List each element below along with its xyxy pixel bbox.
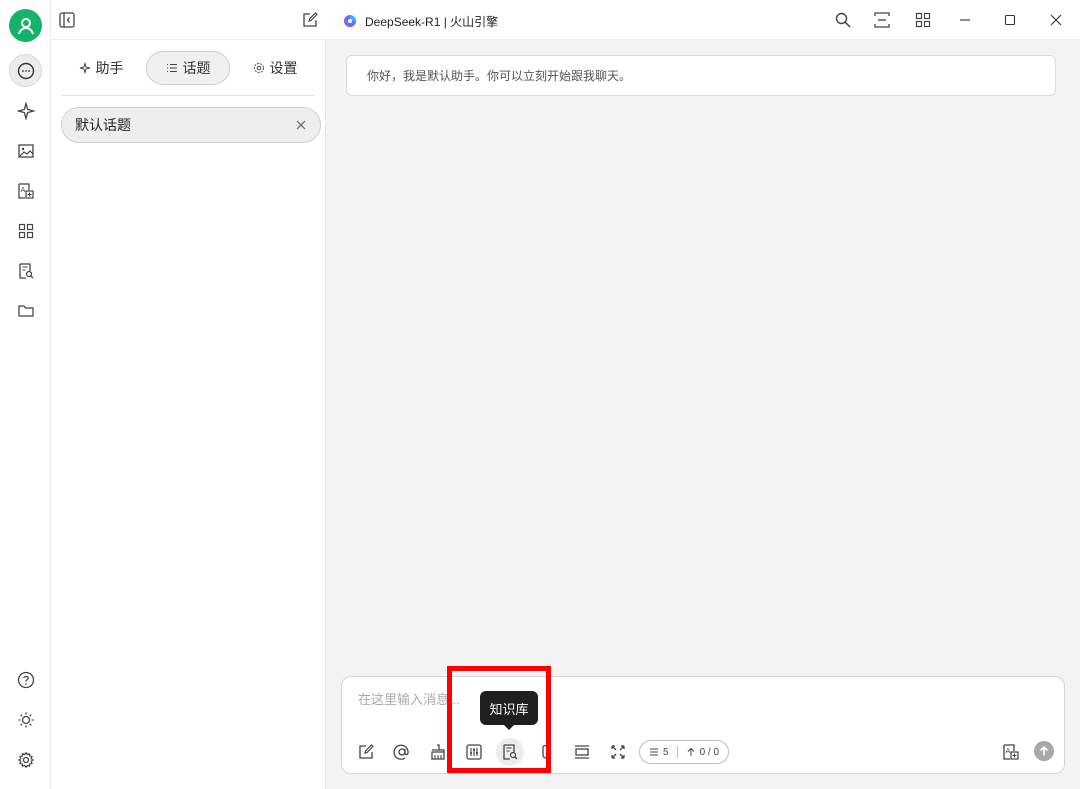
tooltip-text: 知识库 <box>489 701 529 717</box>
maximize-button[interactable] <box>998 8 1022 32</box>
rail-apps[interactable] <box>9 214 42 247</box>
tab-assistants[interactable]: 助手 <box>61 51 141 85</box>
rail-files[interactable] <box>9 294 42 327</box>
topics-panel: 助手 话题 设置 默认话题 <box>51 40 326 789</box>
align-center-icon <box>575 745 589 759</box>
list-icon <box>650 748 658 756</box>
rail-chat[interactable] <box>9 54 42 87</box>
edit-icon <box>303 12 318 27</box>
attachment-button[interactable] <box>535 741 557 763</box>
rail-theme[interactable] <box>9 703 42 736</box>
fullscreen-icon <box>611 745 625 759</box>
model-title[interactable]: DeepSeek-R1 | 火山引擎 <box>343 11 498 31</box>
context-token-counter[interactable]: 5 0 / 0 <box>639 740 729 764</box>
toggle-sidebar-button[interactable] <box>56 9 78 31</box>
sun-icon <box>18 712 33 727</box>
knowledge-base-button[interactable] <box>496 738 524 766</box>
tab-topics-label: 话题 <box>182 60 211 76</box>
message-composer[interactable]: 在这里输入消息... 5 0 / 0 A <box>341 676 1065 774</box>
left-rail: A <box>0 0 51 789</box>
topic-item[interactable]: 默认话题 <box>61 107 321 143</box>
rail-help[interactable] <box>9 663 42 696</box>
clear-context-button[interactable] <box>427 741 449 763</box>
volcano-engine-logo-icon <box>344 15 356 27</box>
top-bar: DeepSeek-R1 | 火山引擎 <box>51 0 1080 40</box>
sliders-icon <box>466 744 482 760</box>
knowledge-base-icon <box>18 262 33 279</box>
expand-width-button[interactable] <box>871 9 893 31</box>
layout-button[interactable] <box>912 9 934 31</box>
rail-image[interactable] <box>9 134 42 167</box>
at-sign-icon <box>393 744 409 760</box>
arrow-up-icon <box>687 747 694 756</box>
close-icon[interactable] <box>294 118 308 132</box>
close-icon <box>1050 14 1062 26</box>
new-topic-button[interactable] <box>299 9 321 31</box>
panel-tabs: 助手 话题 设置 <box>61 51 315 85</box>
list-icon <box>166 63 177 73</box>
maximize-icon <box>1004 14 1016 26</box>
rail-knowledge[interactable] <box>9 254 42 287</box>
minimize-icon <box>960 19 970 21</box>
send-button[interactable] <box>1034 741 1054 761</box>
close-window-button[interactable] <box>1044 8 1068 32</box>
sidebar-collapse-icon <box>59 12 75 28</box>
minimize-button[interactable] <box>953 8 977 32</box>
layout-grid-icon <box>915 12 931 28</box>
sparkle-icon <box>16 101 35 120</box>
settings-sliders-button[interactable] <box>463 741 485 763</box>
svg-text:A: A <box>1006 747 1011 755</box>
broom-icon <box>431 744 445 760</box>
new-topic-tool-button[interactable] <box>355 741 377 763</box>
help-icon <box>17 671 34 688</box>
search-button[interactable] <box>832 9 854 31</box>
topic-item-label: 默认话题 <box>75 117 131 133</box>
context-count: 5 <box>663 746 669 758</box>
mention-model-button[interactable] <box>391 741 413 763</box>
apps-grid-icon <box>18 223 33 238</box>
folder-icon <box>17 304 34 317</box>
fullscreen-button[interactable] <box>607 741 629 763</box>
arrow-up-icon <box>1039 745 1049 756</box>
paperclip-icon <box>542 744 550 759</box>
chat-area: 你好，我是默认助手。你可以立刻开始跟我聊天。 在这里输入消息... 5 0 / … <box>326 40 1080 789</box>
translate-icon: A <box>1003 744 1019 760</box>
tabs-divider <box>61 95 315 96</box>
rail-settings[interactable] <box>9 743 42 776</box>
user-icon <box>17 17 34 34</box>
rail-assistants[interactable] <box>9 94 42 127</box>
expand-width-icon <box>874 12 890 28</box>
search-icon <box>835 12 851 28</box>
tab-topics[interactable]: 话题 <box>146 51 230 85</box>
knowledge-base-icon <box>503 744 518 760</box>
message-layout-button[interactable] <box>571 741 593 763</box>
user-avatar[interactable] <box>9 9 42 42</box>
tab-settings[interactable]: 设置 <box>235 51 315 85</box>
model-title-text: DeepSeek-R1 | 火山引擎 <box>365 14 499 29</box>
translate-input-button[interactable]: A <box>1000 741 1022 763</box>
gear-icon <box>253 63 264 73</box>
greeting-message: 你好，我是默认助手。你可以立刻开始跟我聊天。 <box>346 55 1056 96</box>
translate-icon: A <box>17 182 34 199</box>
counter-divider <box>676 746 678 758</box>
greeting-text: 你好，我是默认助手。你可以立刻开始跟我聊天。 <box>367 69 632 83</box>
knowledge-base-tooltip: 知识库 <box>480 691 538 730</box>
edit-icon <box>359 744 374 759</box>
svg-text:A: A <box>20 186 25 194</box>
tab-settings-label: 设置 <box>269 60 298 76</box>
chat-icon <box>17 62 34 79</box>
tab-assistants-label: 助手 <box>95 60 124 76</box>
rail-translate[interactable]: A <box>9 174 42 207</box>
message-input[interactable]: 在这里输入消息... <box>358 689 460 708</box>
token-count: 0 / 0 <box>699 746 720 758</box>
image-icon <box>17 143 34 158</box>
sparkle-icon <box>79 62 90 74</box>
settings-gear-icon <box>17 751 34 768</box>
